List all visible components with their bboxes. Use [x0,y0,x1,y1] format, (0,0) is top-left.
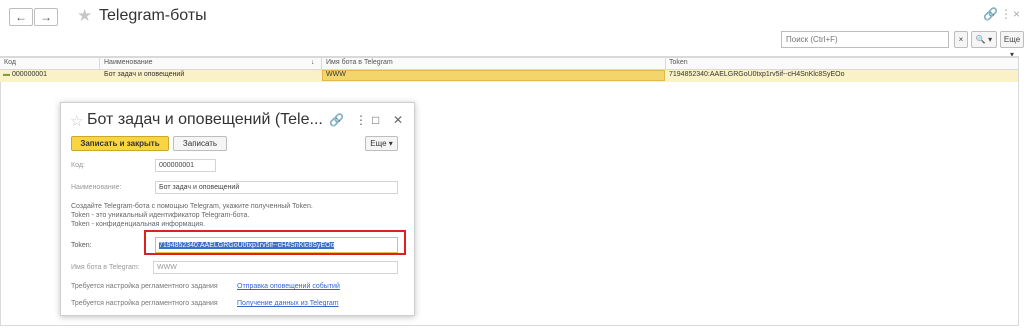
name-label: Наименование: [71,184,122,191]
favorite-star-icon[interactable]: ★ [77,6,92,26]
row-token: 7194852340:AAELGRGoU0txp1rv5if--cH4SnKlc… [669,71,845,78]
send-notifications-link[interactable]: Отправка оповещений событий [237,283,340,290]
search-input[interactable] [781,31,949,48]
back-button[interactable]: ← [9,8,33,26]
token-info-text: Создайте Telegram-бота с помощью Telegra… [71,203,313,228]
token-label: Token: [71,242,92,249]
row-item-icon: ▬ [3,71,10,78]
bot-name-field[interactable]: WWW [153,261,398,274]
page-title: Telegram-боты [99,7,207,24]
list-more-button[interactable]: Еще ▾ [1000,31,1024,59]
save-and-close-button[interactable]: Записать и закрыть [71,136,169,151]
link-icon[interactable]: 🔗 [983,7,998,21]
row-name: Бот задач и оповещений [104,71,185,78]
column-header-name[interactable]: Наименование [104,59,153,66]
maximize-icon[interactable]: □ [372,113,379,127]
column-header-token[interactable]: Token [669,59,688,66]
telegram-data-link[interactable]: Получение данных из Telegram [237,300,339,307]
token-highlight-box [144,230,406,255]
sort-desc-icon: ↓ [311,59,315,66]
search-find-button[interactable]: 🔍 ▾ [971,31,997,48]
link-icon[interactable]: 🔗 [329,113,344,127]
scheduled-task-note-1: Требуется настройка регламентного задани… [71,283,218,290]
close-icon[interactable]: × [1013,7,1020,21]
close-icon[interactable]: ✕ [393,113,403,127]
table-row[interactable]: ▬ 000000001 Бот задач и оповещений WWW 7… [0,70,1018,82]
scheduled-task-note-2: Требуется настройка регламентного задани… [71,300,218,307]
dialog-more-button[interactable]: Еще ▾ [365,136,398,151]
search-clear-button[interactable]: × [954,31,968,48]
bot-name-label: Имя бота в Telegram: [71,264,140,271]
more-menu-icon[interactable]: ⋮ [1000,7,1012,21]
forward-button[interactable]: → [34,8,58,26]
more-menu-icon[interactable]: ⋮ [355,113,367,127]
row-code: 000000001 [12,71,48,78]
selected-cell[interactable] [322,70,665,81]
table-header: Код Наименование ↓ Имя бота в Telegram T… [0,57,1018,70]
code-field[interactable]: 000000001 [155,159,216,172]
column-header-code[interactable]: Код [4,59,16,66]
row-bot-name: WWW [326,71,346,78]
code-label: Код: [71,162,85,169]
favorite-star-icon[interactable]: ☆ [70,112,83,130]
save-button[interactable]: Записать [173,136,227,151]
name-field[interactable]: Бот задач и оповещений [155,181,398,194]
dialog-title: Бот задач и оповещений (Tele... [87,111,323,128]
column-header-bot-name[interactable]: Имя бота в Telegram [326,59,393,66]
bot-form-dialog: ☆ Бот задач и оповещений (Tele... 🔗 ⋮ □ … [60,102,415,316]
